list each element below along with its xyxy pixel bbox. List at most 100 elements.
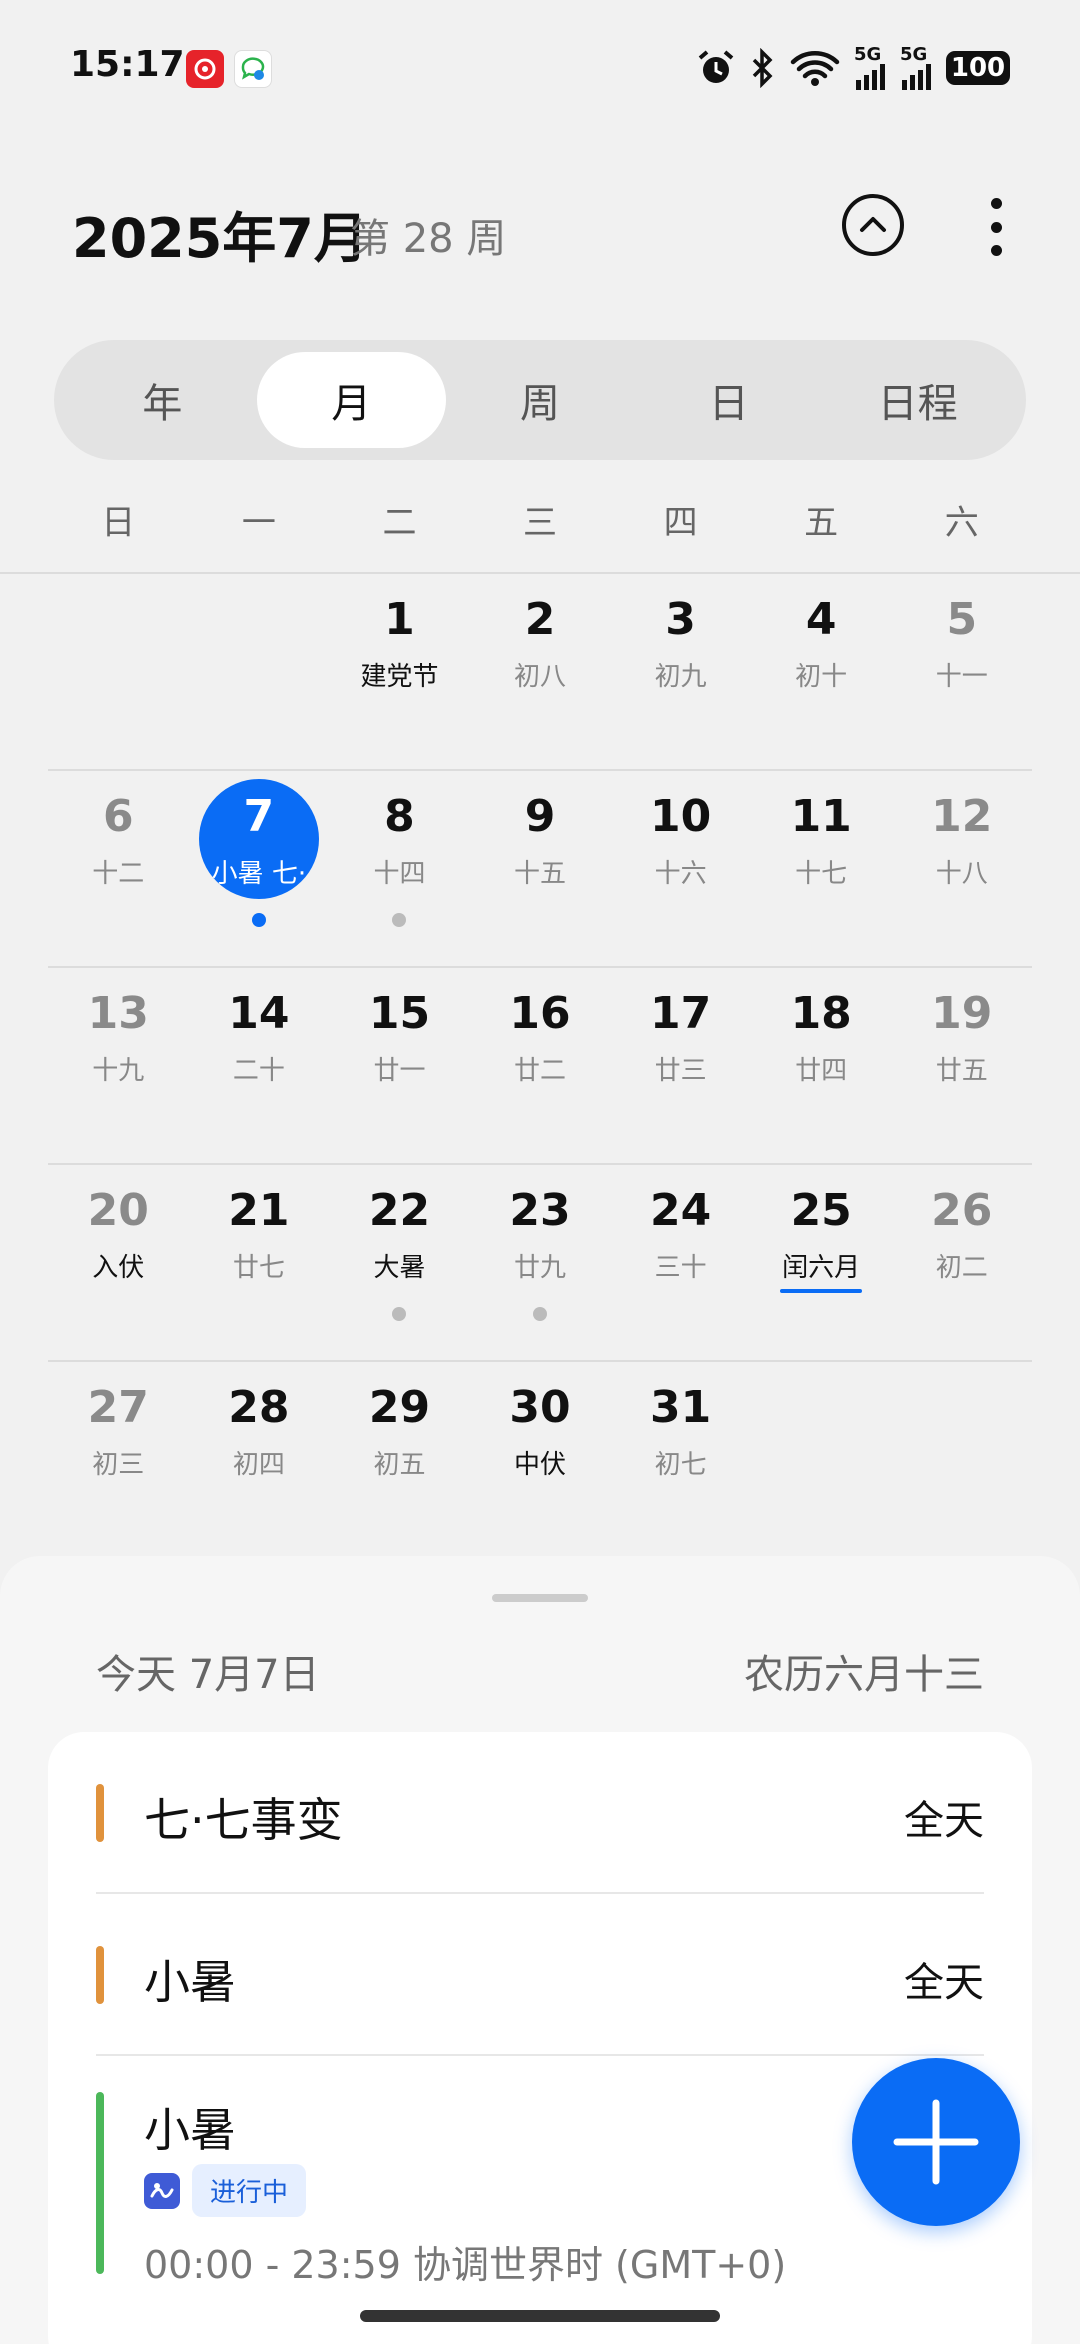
lunar-label: 廿三 <box>654 1056 707 1086</box>
day-cell[interactable]: 10 十六 <box>610 771 751 966</box>
day-cell[interactable]: 22 大暑 <box>329 1165 470 1360</box>
day-cell[interactable]: 23 廿九 <box>470 1165 611 1360</box>
chat-app-icon <box>234 50 272 88</box>
lunar-label: 廿二 <box>514 1056 567 1086</box>
day-cell[interactable]: 24 三十 <box>610 1165 751 1360</box>
tab-month[interactable]: 月 <box>256 352 446 448</box>
day-cell[interactable]: 13 十九 <box>48 968 189 1163</box>
day-cell[interactable]: 20 入伏 <box>48 1165 189 1360</box>
weekday-label: 六 <box>944 503 979 543</box>
event-item[interactable]: 七·七事变 全天 <box>96 1732 984 1894</box>
day-number: 4 <box>805 594 837 645</box>
wifi-icon <box>790 51 840 86</box>
day-cell[interactable]: 26 初二 <box>891 1165 1032 1360</box>
gesture-nav-bar[interactable] <box>360 2310 720 2322</box>
day-cell[interactable]: 21 廿七 <box>189 1165 330 1360</box>
week-row: 13 十九 14 二十 15 廿一 16 廿二 17 廿三 18 廿四 19 廿… <box>48 968 1032 1165</box>
battery-indicator: 100 <box>946 51 1010 85</box>
day-number: 19 <box>931 988 993 1039</box>
tab-year[interactable]: 年 <box>68 352 257 448</box>
weekday-label: 五 <box>804 503 839 543</box>
day-cell[interactable]: 29 初五 <box>329 1362 470 1559</box>
weekday-label: 四 <box>663 503 698 543</box>
lunar-label: 十一 <box>935 662 988 692</box>
lunar-label: 廿九 <box>514 1253 567 1283</box>
collapse-button[interactable] <box>842 194 904 256</box>
day-cell[interactable]: 15 廿一 <box>329 968 470 1163</box>
event-dot <box>392 913 407 927</box>
event-item[interactable]: 小暑 全天 <box>96 1894 984 2056</box>
day-number: 22 <box>368 1185 431 1236</box>
status-badge: 进行中 <box>192 2164 307 2217</box>
lunar-label: 初二 <box>935 1253 988 1283</box>
day-cell[interactable]: 2 初八 <box>470 574 611 769</box>
day-cell[interactable]: 6 十二 <box>48 771 189 966</box>
day-number: 29 <box>368 1382 431 1433</box>
event-item[interactable]: 小暑 进行中 00:00 - 23:59 协调世界时 (GMT+0) <box>96 2056 984 2296</box>
lunar-label: 十二 <box>92 859 145 889</box>
calendar-header: 2025年7月 第 28 周 <box>0 180 1080 280</box>
day-cell[interactable]: 12 十八 <box>891 771 1032 966</box>
day-cell[interactable]: 17 廿三 <box>610 968 751 1163</box>
day-cell[interactable]: 18 廿四 <box>751 968 892 1163</box>
day-cell[interactable]: 5 十一 <box>891 574 1032 769</box>
week-row: 20 入伏 21 廿七 22 大暑 23 廿九 24 三十 25 闰六月 26 … <box>48 1165 1032 1362</box>
event-title: 小暑 <box>144 1955 236 2009</box>
lunar-label: 初八 <box>514 662 567 692</box>
lunar-label: 十八 <box>935 859 988 889</box>
day-number: 7 <box>243 791 275 842</box>
event-time: 全天 <box>904 1960 984 2006</box>
day-cell[interactable]: 4 初十 <box>751 574 892 769</box>
event-title: 小暑 <box>144 2103 236 2157</box>
day-cell[interactable]: 31 初七 <box>610 1362 751 1559</box>
lunar-label: 廿五 <box>935 1056 988 1086</box>
lunar-label: 中伏 <box>514 1450 567 1480</box>
tab-week[interactable]: 周 <box>446 352 635 448</box>
day-number: 30 <box>509 1382 571 1433</box>
more-options-button[interactable] <box>976 192 1016 262</box>
week-row: 6 十二 7 小暑 七· 8 十四 9 十五 10 十六 11 十七 12 十八 <box>48 771 1032 968</box>
event-title: 七·七事变 <box>144 1793 343 1847</box>
week-row: 27 初三 28 初四 29 初五 30 中伏 31 初七 <box>48 1362 1032 1559</box>
tab-day[interactable]: 日 <box>634 352 823 448</box>
day-cell[interactable]: 11 十七 <box>751 771 892 966</box>
day-number: 31 <box>649 1382 712 1433</box>
day-cell-empty <box>48 574 189 769</box>
day-number: 26 <box>931 1185 993 1236</box>
day-number: 25 <box>790 1185 852 1236</box>
day-number: 15 <box>368 988 431 1039</box>
more-dot <box>990 221 1002 233</box>
day-number: 5 <box>946 594 978 645</box>
weekday-label: 日 <box>101 503 136 543</box>
lunar-label: 建党节 <box>360 662 439 692</box>
day-number: 27 <box>87 1382 149 1433</box>
page-title[interactable]: 2025年7月 <box>72 194 368 273</box>
day-number: 23 <box>509 1185 571 1236</box>
day-number: 14 <box>228 988 290 1039</box>
day-cell-today[interactable]: 7 小暑 七· <box>189 771 330 966</box>
tab-schedule[interactable]: 日程 <box>823 352 1012 448</box>
lunar-label: 初三 <box>92 1450 145 1480</box>
day-cell[interactable]: 30 中伏 <box>470 1362 611 1559</box>
day-cell[interactable]: 14 二十 <box>189 968 330 1163</box>
day-cell[interactable]: 28 初四 <box>189 1362 330 1559</box>
month-grid: 1 建党节 2 初八 3 初九 4 初十 5 十一 6 十二 7 小暑 七· 8… <box>48 574 1032 1559</box>
day-cell[interactable]: 19 廿五 <box>891 968 1032 1163</box>
chevron-up-icon <box>860 217 886 232</box>
day-cell[interactable]: 9 十五 <box>470 771 611 966</box>
more-dot <box>990 198 1002 209</box>
drag-handle[interactable] <box>492 1594 588 1602</box>
day-cell[interactable]: 8 十四 <box>329 771 470 966</box>
event-time-range: 00:00 - 23:59 协调世界时 (GMT+0) <box>144 2243 787 2287</box>
day-number: 9 <box>524 791 556 842</box>
lunar-label: 三十 <box>654 1253 707 1283</box>
status-time: 15:17 <box>70 44 185 85</box>
day-cell-empty <box>189 574 330 769</box>
lunar-label: 初十 <box>795 662 848 692</box>
day-cell[interactable]: 25 闰六月 <box>751 1165 892 1360</box>
day-cell[interactable]: 3 初九 <box>610 574 751 769</box>
day-cell[interactable]: 1 建党节 <box>329 574 470 769</box>
day-cell[interactable]: 16 廿二 <box>470 968 611 1163</box>
day-cell[interactable]: 27 初三 <box>48 1362 189 1559</box>
add-event-button[interactable] <box>852 2058 1020 2226</box>
